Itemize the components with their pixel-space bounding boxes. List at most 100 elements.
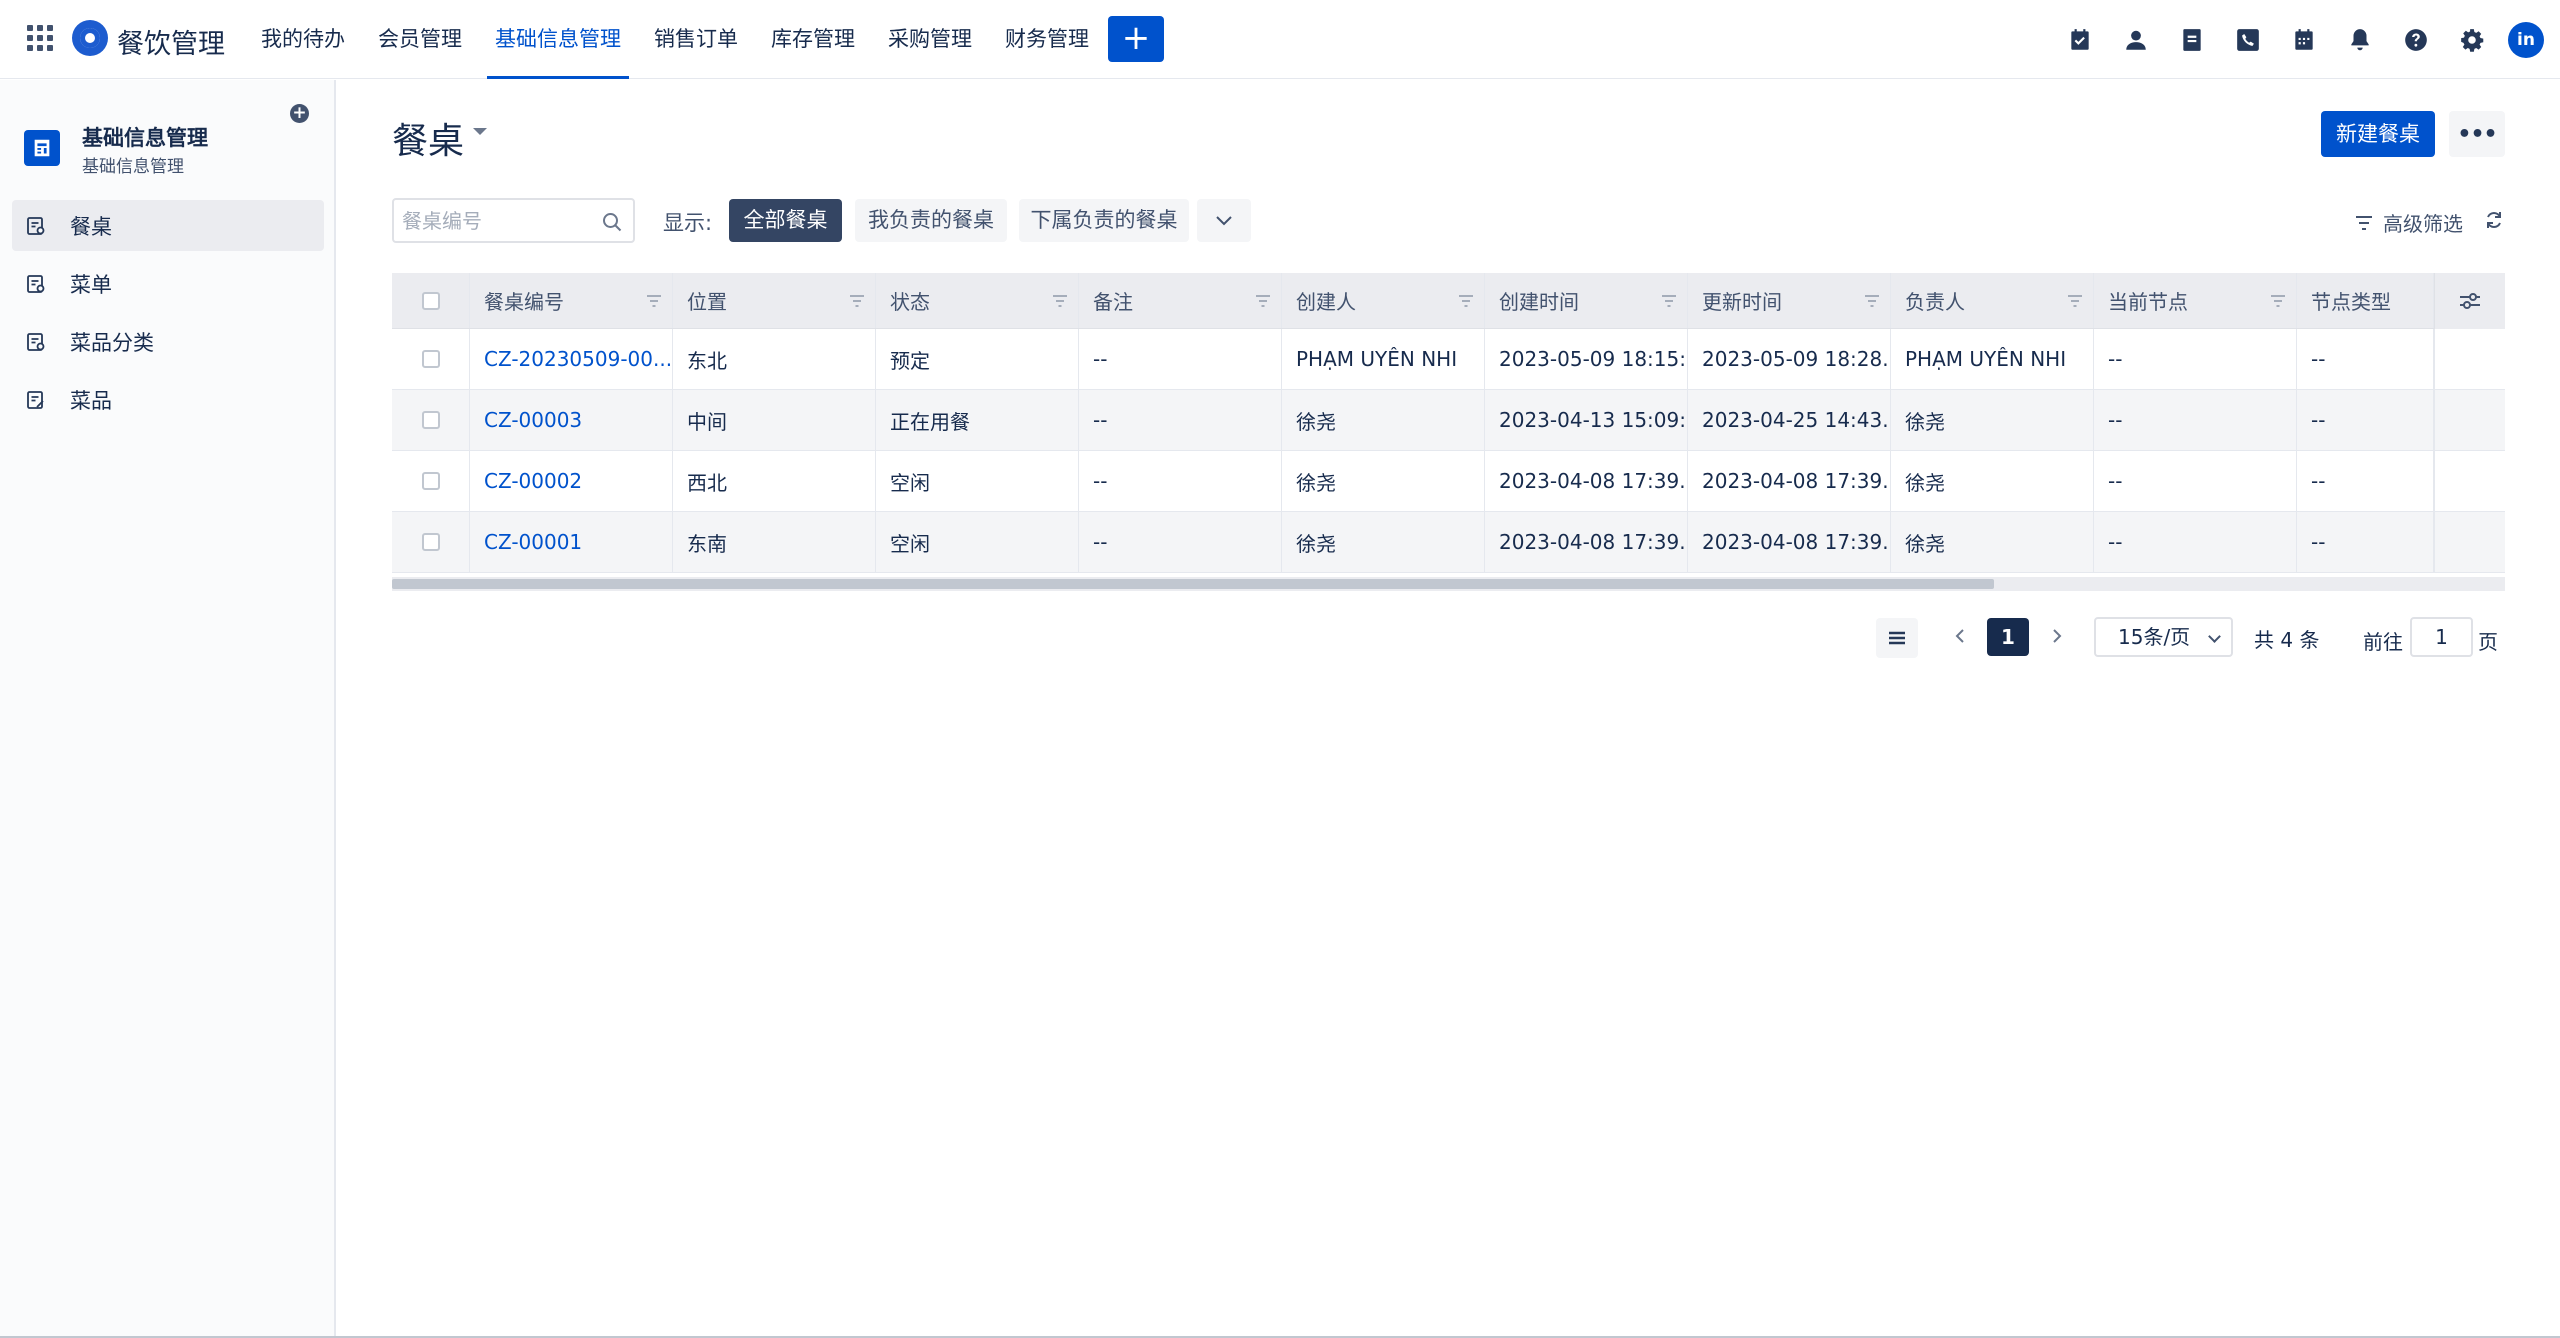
table-cell: 徐尧 — [1891, 451, 2094, 511]
app-switcher-icon[interactable] — [27, 25, 53, 51]
column-filter-icon[interactable] — [1864, 294, 1880, 308]
sidebar-item-dishes[interactable]: 菜品 — [12, 374, 324, 425]
nav-sales-orders[interactable]: 销售订单 — [646, 0, 746, 79]
calendar-check-icon[interactable] — [2066, 26, 2094, 54]
gear-icon[interactable] — [2458, 26, 2486, 54]
column-filter-icon[interactable] — [1052, 294, 1068, 308]
search-icon[interactable] — [601, 211, 623, 233]
column-header[interactable]: 当前节点 — [2094, 273, 2297, 328]
column-filter-icon[interactable] — [849, 294, 865, 308]
filter-icon — [2356, 215, 2372, 230]
table-cell: -- — [2094, 451, 2297, 511]
search-input[interactable] — [402, 206, 592, 236]
select-all-cell — [392, 273, 470, 328]
next-page-button[interactable] — [2042, 621, 2072, 655]
table-row[interactable]: CZ-00002 西北 空闲 -- 徐尧 2023-04-08 17:39...… — [392, 451, 2505, 512]
table-code-link[interactable]: CZ-20230509-00... — [484, 347, 672, 371]
table-cell: CZ-00002 — [470, 451, 673, 511]
column-header[interactable]: 状态 — [876, 273, 1079, 328]
advanced-filter-label: 高级筛选 — [2383, 212, 2463, 236]
page-title: 餐桌 — [392, 121, 465, 162]
table-cell: CZ-00003 — [470, 390, 673, 450]
filter-subordinate-tables[interactable]: 下属负责的餐桌 — [1019, 199, 1189, 242]
row-checkbox[interactable] — [421, 533, 440, 551]
select-all-checkbox[interactable] — [421, 291, 440, 310]
column-header[interactable]: 备注 — [1079, 273, 1282, 328]
page-size-select[interactable]: 15条/页 — [2094, 617, 2233, 657]
row-checkbox[interactable] — [421, 350, 440, 368]
table-cell: 空闲 — [876, 512, 1079, 572]
horizontal-scrollbar[interactable] — [392, 577, 2505, 591]
table-row[interactable]: CZ-00003 中间 正在用餐 -- 徐尧 2023-04-13 15:09:… — [392, 390, 2505, 451]
table-cell: 2023-04-13 15:09:... — [1485, 390, 1688, 450]
sidebar-subtitle: 基础信息管理 — [82, 157, 184, 177]
row-checkbox[interactable] — [421, 411, 440, 429]
table-code-link[interactable]: CZ-00002 — [484, 469, 582, 493]
nav-purchase-management[interactable]: 采购管理 — [880, 0, 980, 79]
table-code-link[interactable]: CZ-00001 — [484, 530, 582, 554]
nav-my-todo[interactable]: 我的待办 — [253, 0, 353, 79]
table-cell: 预定 — [876, 329, 1079, 389]
user-icon[interactable] — [2122, 26, 2150, 54]
document-icon[interactable] — [2178, 26, 2206, 54]
column-filter-icon[interactable] — [2270, 294, 2286, 308]
sidebar-item-menu[interactable]: 菜单 — [12, 258, 324, 309]
nav-basic-info-management[interactable]: 基础信息管理 — [487, 0, 629, 79]
filter-more-button[interactable] — [1197, 199, 1251, 242]
scrollbar-thumb[interactable] — [392, 579, 1994, 589]
column-filter-icon[interactable] — [1458, 294, 1474, 308]
bell-icon[interactable] — [2346, 26, 2374, 54]
row-checkbox[interactable] — [421, 472, 440, 490]
column-filter-icon[interactable] — [646, 294, 662, 308]
sidebar-item-tables[interactable]: 餐桌 — [12, 200, 324, 251]
list-icon — [27, 332, 45, 351]
total-count: 共 4 条 — [2254, 628, 2320, 652]
help-icon[interactable] — [2402, 26, 2430, 54]
table-row[interactable]: CZ-00001 东南 空闲 -- 徐尧 2023-04-08 17:39...… — [392, 512, 2505, 573]
sidebar-add-icon[interactable]: + — [290, 104, 309, 123]
create-button[interactable]: + — [1108, 16, 1164, 62]
table-cell: 中间 — [673, 390, 876, 450]
table-cell: -- — [2297, 512, 2434, 572]
column-header[interactable]: 创建人 — [1282, 273, 1485, 328]
new-table-button[interactable]: 新建餐桌 — [2321, 111, 2435, 157]
more-icon: ••• — [2457, 121, 2497, 147]
goto-page-input[interactable] — [2410, 617, 2473, 657]
table-cell: 徐尧 — [1891, 512, 2094, 572]
column-header[interactable]: 创建时间 — [1485, 273, 1688, 328]
top-right-toolbar: in — [2038, 0, 2544, 79]
page-unit-label: 页 — [2478, 630, 2498, 654]
nav-member-management[interactable]: 会员管理 — [370, 0, 470, 79]
list-view-button[interactable] — [1876, 618, 1918, 658]
phone-icon[interactable] — [2234, 26, 2262, 54]
more-actions-button[interactable]: ••• — [2449, 111, 2505, 157]
column-settings-button[interactable] — [2434, 273, 2505, 329]
column-header[interactable]: 餐桌编号 — [470, 273, 673, 328]
advanced-filter-button[interactable]: 高级筛选 — [2355, 208, 2463, 237]
chevron-right-icon — [2053, 629, 2062, 643]
column-header[interactable]: 节点类型 — [2297, 273, 2434, 328]
title-dropdown-icon[interactable] — [473, 128, 487, 135]
sidebar-item-dish-categories[interactable]: 菜品分类 — [12, 316, 324, 367]
filter-my-tables[interactable]: 我负责的餐桌 — [855, 199, 1007, 242]
filter-all-tables[interactable]: 全部餐桌 — [729, 199, 842, 242]
column-filter-icon[interactable] — [1255, 294, 1271, 308]
column-header[interactable]: 位置 — [673, 273, 876, 328]
refresh-icon[interactable] — [2484, 210, 2504, 230]
menu-icon — [1889, 631, 1905, 645]
table-cell: 徐尧 — [1282, 390, 1485, 450]
table-header: 餐桌编号 位置 状态 备注 创建人 创建时间 更新时间 负责人 当前节点 节点类… — [392, 273, 2505, 329]
column-filter-icon[interactable] — [1661, 294, 1677, 308]
page-number-button[interactable]: 1 — [1987, 618, 2029, 656]
table-row[interactable]: CZ-20230509-00... 东北 预定 -- PHẠM UYÊN NHI… — [392, 329, 2505, 390]
app-title: 餐饮管理 — [117, 29, 225, 60]
calendar-icon[interactable] — [2290, 26, 2318, 54]
column-filter-icon[interactable] — [2067, 294, 2083, 308]
prev-page-button[interactable] — [1945, 621, 1975, 655]
nav-finance-management[interactable]: 财务管理 — [997, 0, 1097, 79]
table-code-link[interactable]: CZ-00003 — [484, 408, 582, 432]
user-avatar[interactable]: in — [2508, 21, 2544, 58]
nav-inventory-management[interactable]: 库存管理 — [763, 0, 863, 79]
column-header[interactable]: 负责人 — [1891, 273, 2094, 328]
column-header[interactable]: 更新时间 — [1688, 273, 1891, 328]
